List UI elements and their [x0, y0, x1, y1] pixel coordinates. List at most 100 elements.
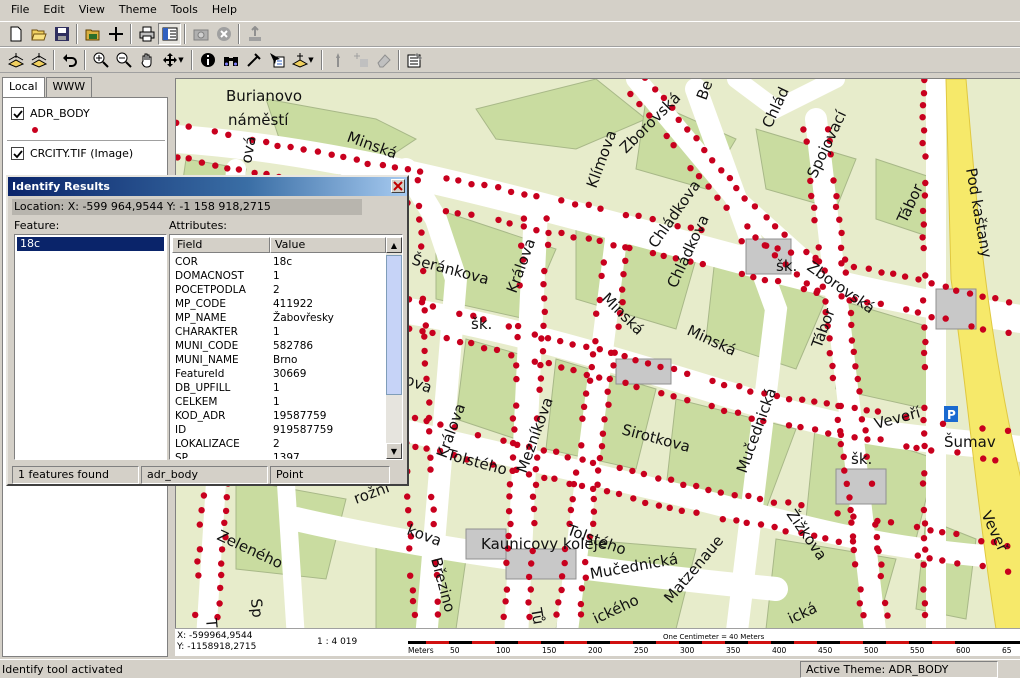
- menu-help[interactable]: Help: [205, 0, 244, 20]
- toc-button[interactable]: [158, 23, 181, 45]
- address-point[interactable]: [717, 489, 724, 496]
- address-point[interactable]: [920, 349, 928, 357]
- address-point[interactable]: [733, 184, 740, 192]
- address-point[interactable]: [545, 359, 552, 367]
- address-point[interactable]: [596, 374, 603, 381]
- address-point[interactable]: [416, 168, 424, 175]
- address-point[interactable]: [621, 352, 628, 360]
- address-point[interactable]: [192, 611, 199, 619]
- address-point[interactable]: [426, 399, 433, 406]
- scroll-up-button[interactable]: ▲: [386, 237, 402, 253]
- address-point[interactable]: [864, 436, 871, 443]
- add-point-button[interactable]: [349, 49, 372, 71]
- address-point[interactable]: [509, 454, 517, 461]
- attribute-row[interactable]: DB_UPFILL 1: [170, 381, 386, 395]
- address-point[interactable]: [848, 321, 855, 329]
- address-point[interactable]: [803, 248, 810, 256]
- address-point[interactable]: [414, 177, 421, 184]
- address-point[interactable]: [553, 611, 560, 618]
- address-point[interactable]: [655, 502, 663, 509]
- address-point[interactable]: [881, 599, 889, 607]
- address-point[interactable]: [920, 244, 927, 252]
- address-point[interactable]: [503, 559, 510, 566]
- address-point[interactable]: [837, 428, 844, 435]
- address-point[interactable]: [507, 188, 515, 196]
- address-point[interactable]: [920, 535, 928, 542]
- address-point[interactable]: [860, 612, 867, 619]
- address-point[interactable]: [593, 310, 600, 317]
- address-point[interactable]: [235, 166, 243, 173]
- attribute-row[interactable]: KOD_ADR 19587759: [170, 409, 386, 423]
- address-point[interactable]: [537, 375, 545, 382]
- address-point[interactable]: [456, 338, 464, 346]
- cancel-button[interactable]: [212, 23, 235, 45]
- address-point[interactable]: [877, 572, 884, 580]
- address-point[interactable]: [422, 322, 429, 329]
- address-point[interactable]: [553, 448, 560, 455]
- address-point[interactable]: [687, 165, 694, 172]
- address-point[interactable]: [531, 358, 538, 365]
- scrollbar-thumb[interactable]: [386, 255, 402, 395]
- address-point[interactable]: [851, 434, 858, 441]
- address-point[interactable]: [468, 211, 475, 218]
- address-point[interactable]: [558, 229, 565, 237]
- address-point[interactable]: [224, 165, 231, 172]
- address-point[interactable]: [594, 467, 602, 474]
- address-point[interactable]: [660, 252, 667, 260]
- address-point[interactable]: [921, 430, 928, 437]
- address-point[interactable]: [585, 201, 592, 208]
- address-point[interactable]: [927, 527, 934, 534]
- attribute-row[interactable]: ID 919587759: [170, 423, 386, 437]
- column-header-field[interactable]: Field: [172, 237, 270, 253]
- address-point[interactable]: [914, 309, 922, 316]
- address-point[interactable]: [468, 339, 475, 347]
- address-point[interactable]: [771, 223, 779, 230]
- address-point[interactable]: [558, 197, 565, 204]
- address-point[interactable]: [919, 480, 927, 487]
- find-button[interactable]: [219, 49, 242, 71]
- address-point[interactable]: [919, 207, 927, 215]
- address-point[interactable]: [919, 114, 926, 121]
- address-point[interactable]: [979, 425, 986, 432]
- address-point[interactable]: [714, 194, 721, 201]
- address-point[interactable]: [596, 237, 603, 244]
- attributes-table[interactable]: Field Value COR 18c DOMACNOST 1 POCETPODLA 2 M…: [169, 234, 403, 460]
- address-point[interactable]: [942, 315, 949, 322]
- address-point[interactable]: [561, 559, 568, 567]
- address-point[interactable]: [858, 416, 866, 423]
- address-point[interactable]: [544, 335, 552, 342]
- address-point[interactable]: [921, 611, 929, 619]
- menu-edit[interactable]: Edit: [36, 0, 71, 20]
- address-point[interactable]: [939, 557, 946, 564]
- add-layer-button[interactable]: [104, 23, 127, 45]
- address-point[interactable]: [198, 507, 205, 514]
- address-point[interactable]: [745, 492, 752, 500]
- address-point[interactable]: [404, 166, 412, 173]
- address-point[interactable]: [570, 480, 578, 488]
- address-point[interactable]: [533, 193, 540, 200]
- address-point[interactable]: [418, 229, 425, 236]
- address-point[interactable]: [920, 127, 928, 134]
- address-point[interactable]: [833, 193, 840, 200]
- attribute-row[interactable]: MP_CODE 411922: [170, 297, 386, 311]
- address-point[interactable]: [939, 420, 947, 427]
- address-point[interactable]: [429, 303, 437, 310]
- address-point[interactable]: [600, 259, 607, 266]
- menu-file[interactable]: File: [4, 0, 36, 20]
- address-point[interactable]: [503, 586, 511, 593]
- address-point[interactable]: [287, 143, 294, 151]
- address-point[interactable]: [454, 210, 461, 217]
- address-point[interactable]: [642, 499, 649, 507]
- address-point[interactable]: [670, 142, 677, 149]
- address-point[interactable]: [506, 220, 513, 227]
- address-point[interactable]: [409, 597, 417, 605]
- address-point[interactable]: [601, 416, 608, 423]
- address-point[interactable]: [633, 383, 640, 391]
- address-point[interactable]: [379, 161, 387, 169]
- address-point[interactable]: [901, 273, 909, 280]
- address-point[interactable]: [558, 573, 566, 580]
- address-point[interactable]: [920, 90, 928, 97]
- attribute-row[interactable]: FeatureId 30669: [170, 367, 386, 381]
- address-point[interactable]: [781, 231, 788, 238]
- address-point[interactable]: [823, 400, 830, 407]
